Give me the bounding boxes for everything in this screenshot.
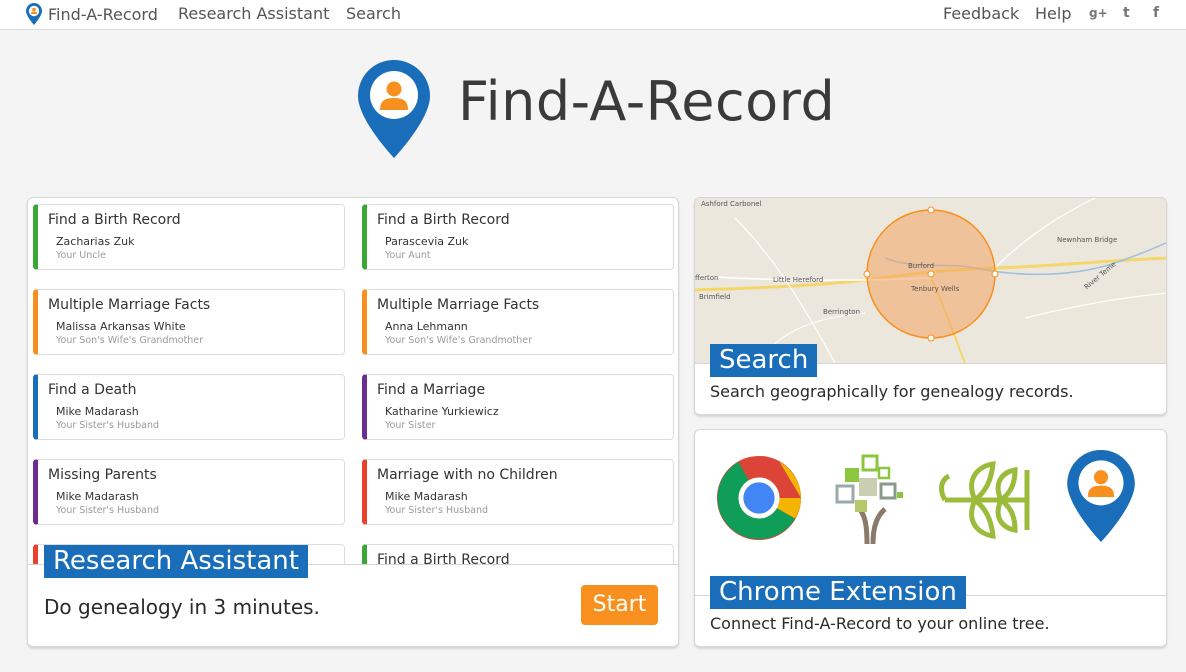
relationship: Your Sister's Husband xyxy=(385,505,488,516)
research-assistant-tagline: Do genealogy in 3 minutes. xyxy=(44,595,320,619)
task-card[interactable]: Multiple Marriage Facts Malissa Arkansas… xyxy=(33,289,345,355)
person-name: Mike Madarash xyxy=(385,490,468,503)
search-map[interactable]: Ashford Carbonel Newnham Bridge River Te… xyxy=(695,198,1167,363)
relationship: Your Son's Wife's Grandmother xyxy=(385,335,533,346)
relationship: Your Uncle xyxy=(56,250,106,261)
person-name: Malissa Arkansas White xyxy=(56,320,186,333)
familysearch-tree-icon xyxy=(835,454,903,544)
find-a-record-pin-icon xyxy=(26,3,42,25)
map-label: Berrington xyxy=(823,308,860,316)
person-name: Parascevia Zuk xyxy=(385,235,469,248)
person-name: Mike Madarash xyxy=(56,490,139,503)
task-card[interactable]: Find a Birth Record Zacharias Zuk Your U… xyxy=(33,204,345,270)
map-label: Ashford Carbonel xyxy=(701,200,762,208)
task-card[interactable]: Find a Birth Record Parascevia Zuk Your … xyxy=(362,204,674,270)
relationship: Your Sister xyxy=(385,420,436,431)
task-card[interactable]: Multiple Marriage Facts Anna Lehmann You… xyxy=(362,289,674,355)
relationship: Your Sister's Husband xyxy=(56,420,159,431)
facebook-icon[interactable]: f xyxy=(1153,5,1159,21)
person-name: Katharine Yurkiewicz xyxy=(385,405,499,418)
task-title: Find a Birth Record xyxy=(48,212,181,228)
chrome-extension-label: Chrome Extension xyxy=(710,576,966,609)
nav-feedback[interactable]: Feedback xyxy=(943,4,1019,23)
find-a-record-logo-icon xyxy=(358,60,430,158)
research-assistant-panel[interactable]: Find a Birth Record Zacharias Zuk Your U… xyxy=(27,197,679,647)
relationship: Your Son's Wife's Grandmother xyxy=(56,335,204,346)
nav-search[interactable]: Search xyxy=(346,4,401,23)
task-card[interactable]: Marriage with no Children Mike Madarash … xyxy=(362,459,674,525)
nav-brand-label: Find-A-Record xyxy=(48,4,158,24)
nav-research-assistant[interactable]: Research Assistant xyxy=(178,4,329,23)
search-label: Search xyxy=(710,344,818,377)
search-panel[interactable]: Ashford Carbonel Newnham Bridge River Te… xyxy=(694,197,1167,415)
find-a-record-pin-icon xyxy=(1067,450,1135,542)
google-plus-icon[interactable]: g+ xyxy=(1089,6,1108,20)
ancestry-leaf-icon xyxy=(939,461,1030,539)
map-label: Little Hereford xyxy=(773,276,823,284)
task-card[interactable]: Find a Death Mike Madarash Your Sister's… xyxy=(33,374,345,440)
map-label: fferton xyxy=(695,274,718,282)
top-nav: Find-A-Record Research Assistant Search … xyxy=(0,0,1186,30)
nav-help[interactable]: Help xyxy=(1035,4,1071,23)
research-assistant-label: Research Assistant xyxy=(44,545,308,578)
task-card[interactable]: Find a Marriage Katharine Yurkiewicz You… xyxy=(362,374,674,440)
nav-brand[interactable]: Find-A-Record xyxy=(26,3,158,25)
search-description: Search geographically for genealogy reco… xyxy=(710,382,1074,401)
person-name: Zacharias Zuk xyxy=(56,235,135,248)
task-title: Find a Marriage xyxy=(377,382,486,398)
chrome-extension-panel[interactable]: Chrome Extension Connect Find-A-Record t… xyxy=(694,429,1167,647)
twitter-icon[interactable]: t xyxy=(1123,5,1130,21)
chrome-extension-description: Connect Find-A-Record to your online tre… xyxy=(710,614,1050,633)
task-title: Find a Death xyxy=(48,382,137,398)
map-label: Tenbury Wells xyxy=(910,285,960,293)
task-title: Multiple Marriage Facts xyxy=(377,297,540,313)
chrome-icon xyxy=(716,455,802,541)
person-name: Mike Madarash xyxy=(56,405,139,418)
relationship: Your Sister's Husband xyxy=(56,505,159,516)
task-card[interactable]: Missing Parents Mike Madarash Your Siste… xyxy=(33,459,345,525)
start-button[interactable]: Start xyxy=(581,585,658,625)
person-name: Anna Lehmann xyxy=(385,320,468,333)
relationship: Your Aunt xyxy=(385,250,431,261)
task-title: Missing Parents xyxy=(48,467,157,483)
hero-title: Find-A-Record xyxy=(458,70,836,133)
task-title: Multiple Marriage Facts xyxy=(48,297,211,313)
map-label: Brimfield xyxy=(699,293,731,301)
task-title: Marriage with no Children xyxy=(377,467,558,483)
task-title: Find a Birth Record xyxy=(377,212,510,228)
map-label: Burford xyxy=(908,262,934,270)
map-label: Newnham Bridge xyxy=(1057,236,1117,244)
